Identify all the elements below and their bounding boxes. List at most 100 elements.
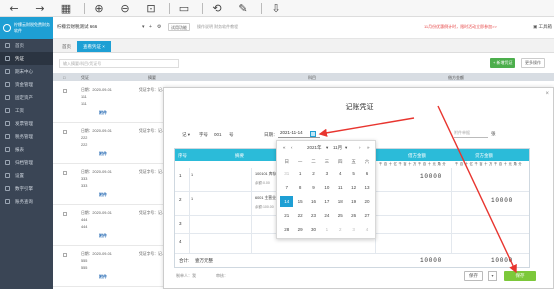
calendar-day[interactable]: 22 [293,210,306,221]
calendar-day[interactable]: 13 [360,182,373,193]
window-icon[interactable]: ▭ [176,2,192,15]
calendar-day[interactable]: 21 [280,210,293,221]
row-attachment-link[interactable]: 附件 [99,233,107,239]
calendar-day[interactable]: 6 [360,168,373,179]
edit-icon[interactable]: ✎ [235,2,251,15]
summary-cell[interactable]: 1 [191,173,193,177]
rotate-icon[interactable]: ⟲ [209,2,225,15]
selected-day[interactable]: 14 [280,196,294,207]
save-options-dropdown[interactable]: ▾ [488,271,497,281]
sidebar-item[interactable]: 发票管理 [0,117,53,130]
calendar-day[interactable]: 19 [347,196,360,207]
calendar-day[interactable]: 10 [320,182,333,193]
summary-cell[interactable]: 1 [191,197,193,201]
sidebar-item[interactable]: 数字引擎 [0,182,53,195]
attachment-input[interactable]: 附件单据 [454,130,488,138]
search-input[interactable]: 输入摘要/科目/凭证号 [59,59,179,68]
arrow-right-icon[interactable]: → [32,2,48,15]
calendar-day[interactable]: 29 [293,224,306,235]
sidebar-item[interactable]: 期末中心 [0,65,53,78]
grid-icon[interactable]: ▦ [58,2,74,15]
app-logo[interactable]: 柠檬云财税免费财务软件 [0,17,53,39]
calendar-day[interactable]: 9 [307,182,320,193]
next-year-icon[interactable]: » [367,145,370,150]
voucher-number-input[interactable]: 001 [214,132,222,137]
calendar-day[interactable]: 30 [307,224,320,235]
more-actions-button[interactable]: 更多操作 [521,58,545,68]
calendar-day[interactable]: 28 [280,224,293,235]
calendar-day[interactable]: 15 [293,196,306,207]
calendar-day[interactable]: 20 [360,196,373,207]
add-account-button[interactable]: + [149,24,152,30]
row-attachment-link[interactable]: 附件 [99,192,107,198]
zoom-out-icon[interactable]: ⊖ [117,2,133,15]
promo-notice[interactable]: 11月份优惠倒计时，限时活动立即参加>> [424,24,497,30]
row-attachment-link[interactable]: 附件 [99,151,107,157]
sidebar-item[interactable]: 报表 [0,143,53,156]
calendar-day[interactable]: 4 [334,168,347,179]
tab-home[interactable]: 首页 [56,41,77,52]
sidebar-item[interactable]: 工资 [0,104,53,117]
prev-year-icon[interactable]: « [283,145,286,150]
sidebar-item[interactable]: 资金管理 [0,78,53,91]
sidebar-item[interactable]: 税务管理 [0,130,53,143]
calendar-day[interactable]: 4 [360,224,373,235]
calendar-day[interactable]: 16 [307,196,320,207]
add-voucher-button[interactable]: + 新增凭证 [490,58,516,68]
calendar-day[interactable]: 2 [307,168,320,179]
calendar-day[interactable]: 17 [320,196,333,207]
calendar-day[interactable]: 24 [320,210,333,221]
close-icon[interactable]: × [545,91,549,97]
row-checkbox[interactable] [63,89,67,93]
settings-icon[interactable]: ⚙ [157,24,161,30]
calendar-day[interactable]: 5 [347,168,360,179]
year-select[interactable]: 2021年 [307,145,322,151]
dropdown-icon[interactable]: ▾ [142,24,145,30]
next-month-icon[interactable]: › [359,145,361,150]
calendar-day[interactable]: 7 [280,182,293,193]
header-checkbox[interactable]: □ [63,75,65,80]
toolbox-link[interactable]: ▣ 工具箱 [533,24,552,30]
calendar-day[interactable]: 25 [334,210,347,221]
zoom-in-icon[interactable]: ⊕ [91,2,107,15]
sidebar-item[interactable]: 账务查询 [0,195,53,208]
sidebar-item[interactable]: 凭证 [0,52,53,65]
calendar-day[interactable]: 3 [320,168,333,179]
calendar-day[interactable]: 12 [347,182,360,193]
calendar-day[interactable]: 1 [320,224,333,235]
prev-month-icon[interactable]: ‹ [291,145,293,150]
voucher-word-select[interactable]: 记 ▾ [182,132,190,138]
calendar-day[interactable]: 8 [293,182,306,193]
calendar-icon[interactable] [310,131,316,137]
calendar-day[interactable]: 3 [347,224,360,235]
save-and-new-button[interactable]: 保存 [464,271,483,281]
month-select[interactable]: 11月 [333,145,342,151]
help-link[interactable]: 操作说明 财务软件教程 [197,24,238,30]
sidebar-item[interactable]: 固定资产 [0,91,53,104]
company-selector[interactable]: 柠檬云财税测试 666 [57,24,97,30]
fit-icon[interactable]: ⊡ [143,2,159,15]
feature-button[interactable]: 试用功能 [168,23,190,31]
calendar-day[interactable]: 27 [360,210,373,221]
calendar-day[interactable]: 23 [307,210,320,221]
calendar-day[interactable]: 26 [347,210,360,221]
row-checkbox[interactable] [63,130,67,134]
credit-amount[interactable]: 10000 [491,197,513,204]
calendar-day[interactable]: 2 [334,224,347,235]
calendar-day[interactable]: 18 [334,196,347,207]
calendar-day[interactable]: 1 [293,168,306,179]
sidebar-item[interactable]: 归档管理 [0,156,53,169]
row-attachment-link[interactable]: 附件 [99,110,107,116]
sidebar-item[interactable]: 首页 [0,39,53,52]
debit-amount[interactable]: 10000 [420,173,442,180]
calendar-day[interactable]: 11 [334,182,347,193]
arrow-left-icon[interactable]: ← [6,2,22,15]
row-checkbox[interactable] [63,253,67,257]
sidebar-item[interactable]: 设置 [0,169,53,182]
row-checkbox[interactable] [63,171,67,175]
save-button[interactable]: 保存 [504,271,536,281]
row-attachment-link[interactable]: 附件 [99,274,107,280]
row-checkbox[interactable] [63,212,67,216]
tab-view-voucher[interactable]: 查看凭证 × [77,41,111,52]
export-icon[interactable]: ⇩ [268,2,284,15]
